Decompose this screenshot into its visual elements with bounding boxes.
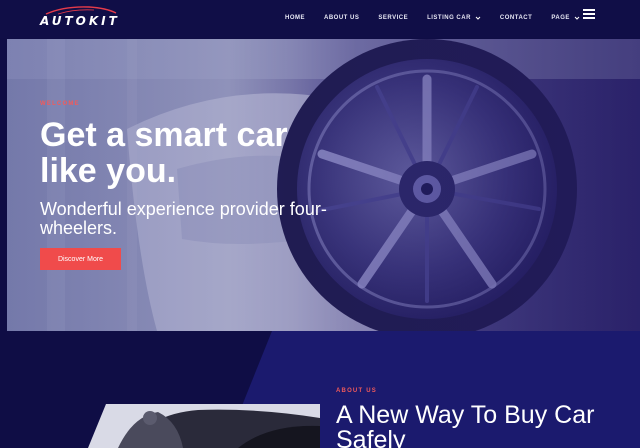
main-nav: HOME ABOUT US SERVICE LISTING CAR CONTAC… — [285, 15, 599, 21]
nav-about-us[interactable]: ABOUT US — [324, 15, 359, 21]
nav-page-label: PAGE — [551, 15, 570, 21]
nav-about-us-label: ABOUT US — [324, 15, 360, 21]
nav-listing-car-label: LISTING CAR — [427, 15, 471, 21]
nav-contact[interactable]: CONTACT — [500, 15, 532, 21]
nav-home[interactable]: HOME — [285, 15, 305, 21]
site-header: AUTOKIT HOME ABOUT US SERVICE LISTING CA… — [0, 0, 640, 38]
nav-page[interactable]: PAGE — [551, 15, 580, 21]
chevron-down-icon — [574, 16, 580, 20]
chevron-down-icon — [475, 16, 481, 20]
site-logo[interactable]: AUTOKIT — [38, 5, 118, 29]
about-photo-image — [88, 404, 320, 448]
nav-service[interactable]: SERVICE — [378, 15, 408, 21]
hero-subtitle: Wonderful experience provider four-wheel… — [40, 199, 327, 238]
about-title: A New Way To Buy Car Safely — [336, 401, 595, 448]
nav-listing-car[interactable]: LISTING CAR — [427, 15, 481, 21]
hero-eyebrow: WELCOME — [40, 101, 80, 107]
about-eyebrow: ABOUT US — [336, 388, 377, 394]
nav-home-label: HOME — [285, 15, 305, 21]
hero-section: WELCOME Get a smart car like you. Wonder… — [7, 39, 640, 331]
hamburger-menu-icon[interactable] — [583, 9, 595, 19]
hero-title: Get a smart car like you. — [40, 116, 288, 190]
about-section: ABOUT US A New Way To Buy Car Safely — [0, 331, 640, 448]
discover-more-button[interactable]: Discover More — [40, 248, 121, 270]
logo-text: AUTOKIT — [40, 14, 120, 28]
nav-service-label: SERVICE — [378, 15, 409, 21]
nav-contact-label: CONTACT — [499, 15, 533, 21]
